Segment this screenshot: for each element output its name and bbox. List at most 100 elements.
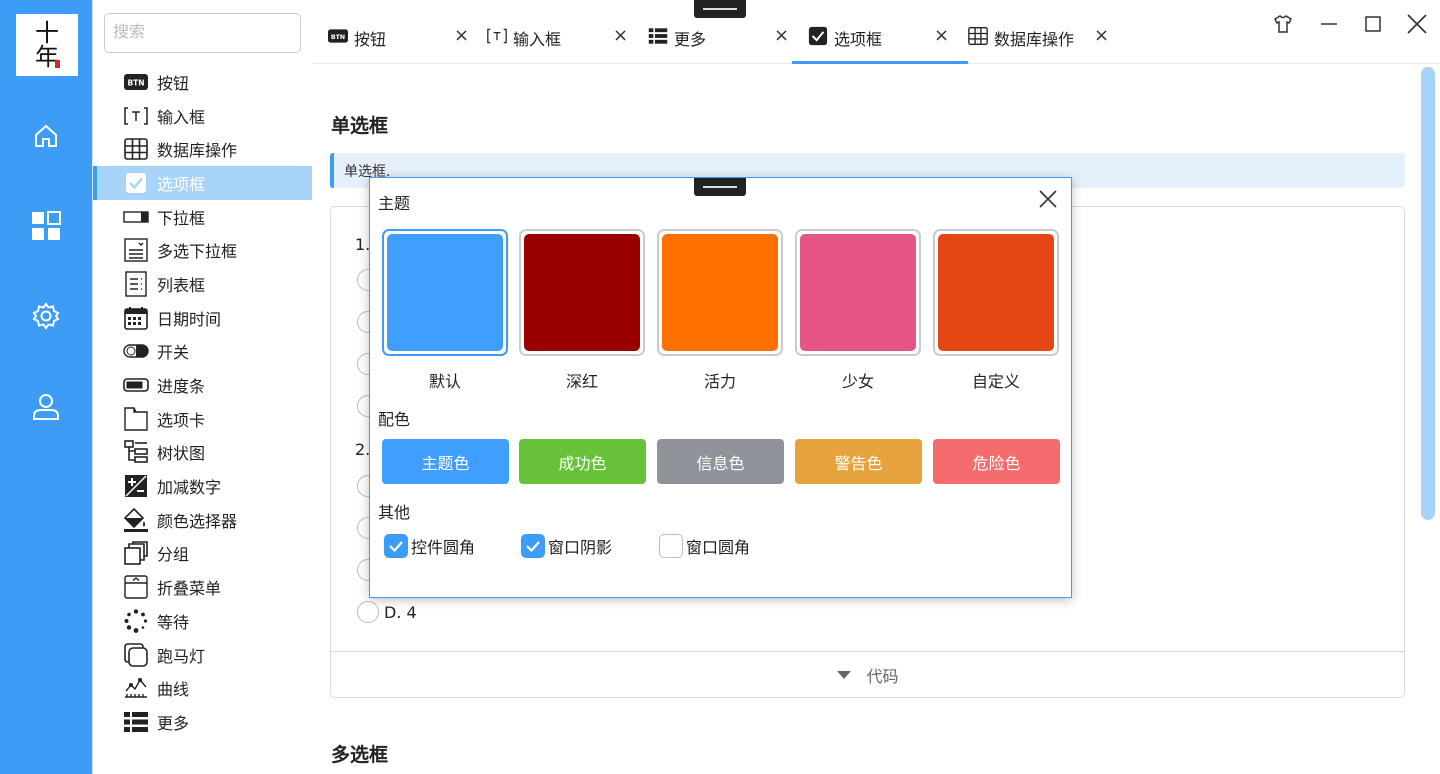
- sidebar-item-label: 进度条: [157, 377, 206, 397]
- code-toggle-bar[interactable]: 代码: [331, 651, 1404, 697]
- sidebar-item[interactable]: 开关: [93, 335, 313, 369]
- home-icon[interactable]: [30, 120, 62, 152]
- sidebar-item[interactable]: 进度条: [93, 368, 313, 402]
- sidebar-item[interactable]: 等待: [93, 604, 313, 638]
- tab-close-icon[interactable]: ×: [454, 25, 469, 46]
- window-drag-handle[interactable]: [694, 0, 746, 18]
- dialog-close-icon[interactable]: [1037, 188, 1059, 210]
- color-button[interactable]: 信息色: [657, 439, 784, 484]
- content-scrollbar[interactable]: [1421, 67, 1435, 520]
- dropdown-icon: [123, 206, 149, 228]
- sidebar-item[interactable]: 下拉框: [93, 200, 313, 234]
- progress-icon: [123, 374, 149, 396]
- listbox-icon: [123, 271, 149, 297]
- theme-swatch[interactable]: [657, 229, 783, 356]
- theme-swatch[interactable]: [519, 229, 645, 356]
- sidebar-item[interactable]: 分组: [93, 537, 313, 571]
- checked-box-icon[interactable]: [521, 534, 545, 558]
- sidebar-item-label: 下拉框: [157, 208, 206, 228]
- tab[interactable]: 更多 ×: [648, 25, 796, 64]
- theme-swatch[interactable]: [795, 229, 921, 356]
- table-icon: [968, 26, 988, 46]
- option-checkbox[interactable]: 窗口阴影: [521, 534, 612, 558]
- sidebar-item[interactable]: 更多: [93, 705, 313, 739]
- sidebar-item[interactable]: 输入框: [93, 99, 313, 133]
- theme-swatch[interactable]: [382, 229, 508, 356]
- sidebar-item-label: 分组: [157, 545, 190, 565]
- app-logo: 十 年: [16, 14, 78, 76]
- sidebar-item[interactable]: 树状图: [93, 436, 313, 470]
- theme-swatch-color: [662, 234, 778, 351]
- theme-swatch-color: [387, 234, 503, 351]
- toggle-icon: [123, 340, 149, 362]
- color-button[interactable]: 危险色: [933, 439, 1060, 484]
- sidebar-item[interactable]: 颜色选择器: [93, 503, 313, 537]
- minimize-icon[interactable]: [1314, 12, 1344, 36]
- sidebar-item[interactable]: BTN 按钮: [93, 65, 313, 99]
- theme-swatch-label: 默认: [428, 372, 461, 391]
- tab-label: 按钮: [354, 30, 387, 49]
- checked-box-icon[interactable]: [384, 534, 408, 558]
- tab-label: 输入框: [513, 30, 562, 49]
- textbox-icon: [123, 105, 149, 127]
- collapse-menu-icon: [123, 575, 149, 599]
- sidebar-item[interactable]: 多选下拉框: [93, 233, 313, 267]
- sidebar-item[interactable]: 数据库操作: [93, 132, 313, 166]
- sidebar-item[interactable]: 日期时间: [93, 301, 313, 335]
- section-title-radio: 单选框: [331, 115, 389, 137]
- tab[interactable]: 选项框 ×: [792, 25, 968, 64]
- maximize-icon[interactable]: [1358, 12, 1388, 36]
- color-button[interactable]: 主题色: [382, 439, 509, 484]
- tab-label: 数据库操作: [994, 30, 1075, 49]
- settings-gear-icon[interactable]: [30, 300, 62, 332]
- sidebar-item-label: 多选下拉框: [157, 242, 238, 262]
- checkbox-icon: [123, 172, 149, 194]
- other-section-label: 其他: [378, 503, 411, 522]
- user-icon[interactable]: [30, 390, 62, 422]
- color-button[interactable]: 警告色: [795, 439, 922, 484]
- tab[interactable]: 输入框 ×: [487, 25, 635, 64]
- btn-icon: BTN: [123, 71, 149, 93]
- sidebar-item[interactable]: 选项框: [93, 166, 313, 200]
- theme-skin-icon[interactable]: [1268, 12, 1298, 36]
- tab-close-icon[interactable]: ×: [1094, 25, 1109, 46]
- tree-icon: [123, 440, 149, 464]
- sidebar-item[interactable]: 曲线: [93, 671, 313, 705]
- sidebar-item-label: 跑马灯: [157, 646, 206, 666]
- sidebar-item-label: 输入框: [157, 107, 206, 127]
- caret-down-icon: [837, 670, 852, 679]
- radio-option-d[interactable]: D. 4: [357, 601, 417, 623]
- dashboard-icon[interactable]: [30, 210, 62, 242]
- tab[interactable]: 数据库操作 ×: [968, 25, 1128, 64]
- unchecked-box-icon[interactable]: [659, 534, 683, 558]
- search-input[interactable]: [104, 13, 301, 53]
- dialog-drag-handle[interactable]: [694, 178, 746, 196]
- spinner-icon: [123, 609, 149, 633]
- sidebar-item-label: 选项框: [157, 174, 206, 194]
- option-checkbox[interactable]: 控件圆角: [384, 534, 475, 558]
- sidebar: BTN 按钮输入框数据库操作选项框下拉框多选下拉框列表框日期时间开关进度条选项卡树…: [92, 0, 313, 774]
- tab-close-icon[interactable]: ×: [613, 25, 628, 46]
- close-window-icon[interactable]: [1402, 12, 1432, 36]
- logo-seal: [55, 60, 60, 68]
- tab-close-icon[interactable]: ×: [774, 25, 789, 46]
- theme-swatch-label: 深红: [565, 372, 598, 391]
- option-label: 窗口阴影: [548, 538, 613, 557]
- sidebar-item-label: 等待: [157, 612, 190, 632]
- color-button[interactable]: 成功色: [519, 439, 646, 484]
- more-icon: [123, 711, 149, 733]
- sidebar-item[interactable]: 折叠菜单: [93, 570, 313, 604]
- sidebar-item[interactable]: 加减数字: [93, 469, 313, 503]
- tab[interactable]: BTN 按钮 ×: [328, 25, 476, 64]
- radio-circle[interactable]: [357, 601, 379, 623]
- plus-minus-icon: [123, 475, 149, 498]
- option-checkbox[interactable]: 窗口圆角: [659, 534, 750, 558]
- colors-section-label: 配色: [378, 410, 411, 429]
- tab-close-icon[interactable]: ×: [934, 25, 949, 46]
- sidebar-item[interactable]: 跑马灯: [93, 638, 313, 672]
- theme-swatch[interactable]: [933, 229, 1059, 356]
- option-label: 控件圆角: [411, 538, 476, 557]
- sidebar-item[interactable]: 选项卡: [93, 402, 313, 436]
- sidebar-item[interactable]: 列表框: [93, 267, 313, 301]
- sidebar-item-label: 按钮: [157, 73, 190, 93]
